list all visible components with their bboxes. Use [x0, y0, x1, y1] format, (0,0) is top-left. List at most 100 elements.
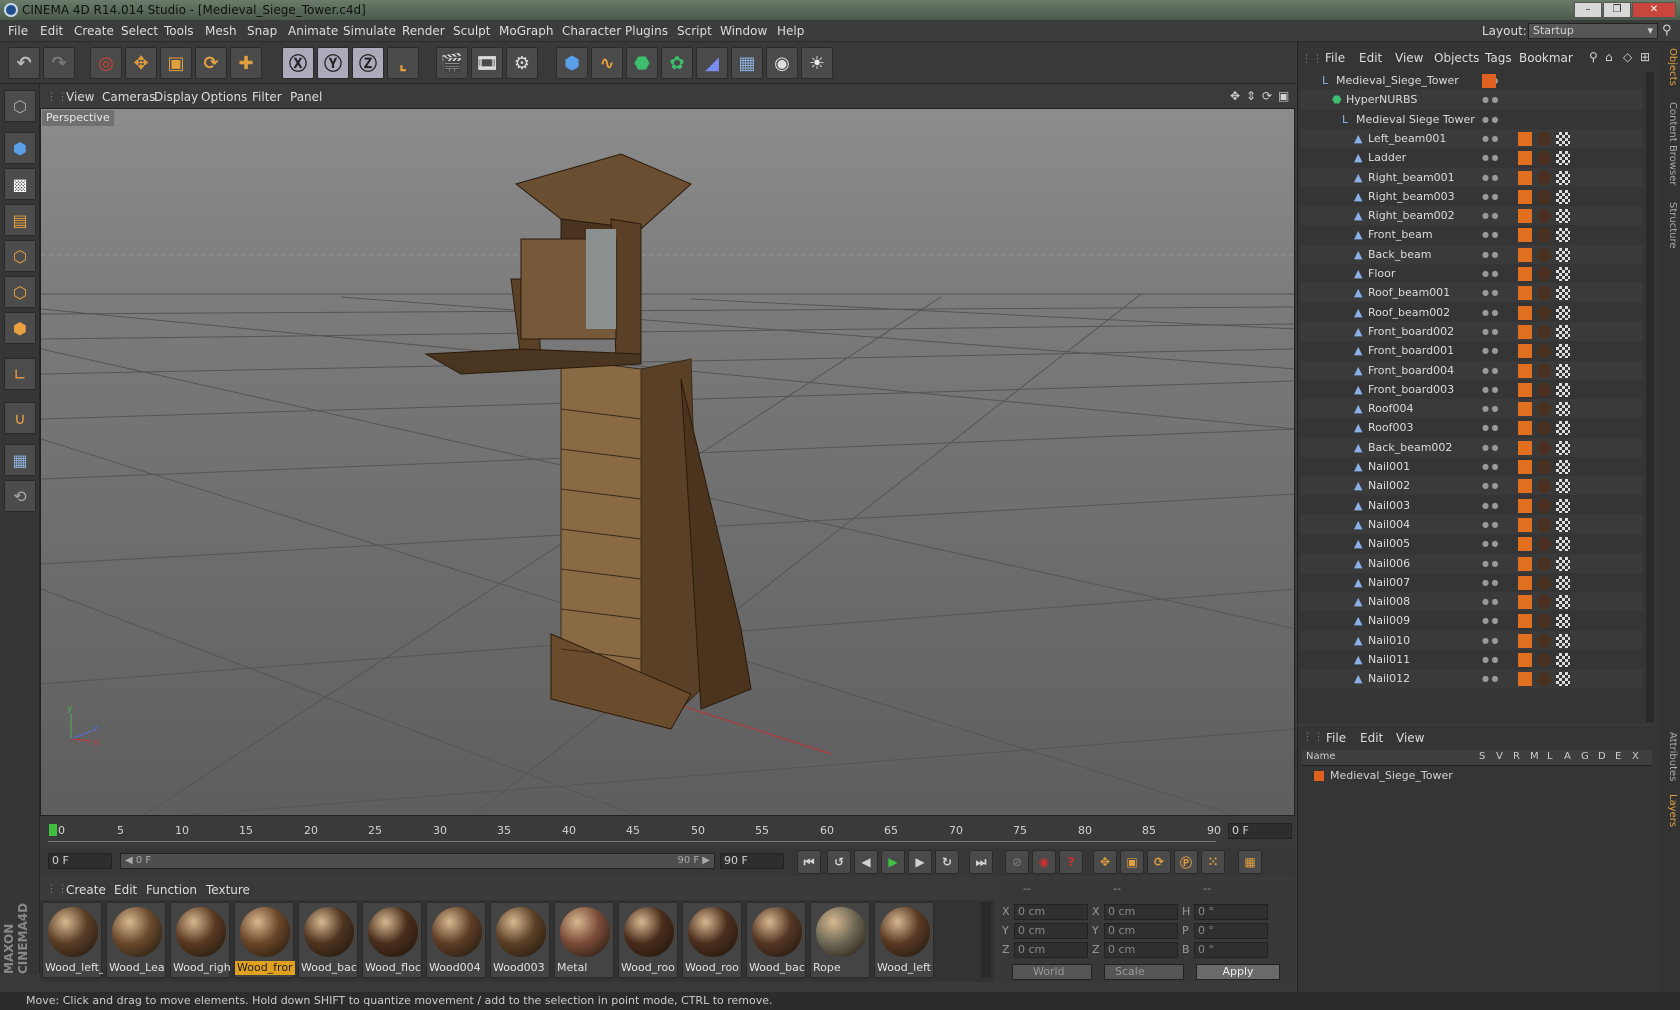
phong-tag-icon[interactable] — [1518, 479, 1532, 494]
points-mode-icon[interactable]: ⬡ — [4, 240, 36, 272]
key-position-button[interactable]: ✥ — [1093, 850, 1117, 874]
key-scale-button[interactable]: ▣ — [1120, 850, 1144, 874]
phong-tag-icon[interactable] — [1518, 247, 1532, 262]
material-tag-icon[interactable] — [1537, 344, 1551, 359]
viewport-menu-panel[interactable]: Panel — [290, 86, 322, 108]
visibility-dots-icon[interactable]: ● ● — [1482, 515, 1502, 534]
viewport-menu-cameras[interactable]: Cameras — [102, 86, 155, 108]
object-row[interactable]: ▲ Right_beam001 ● ● — [1300, 167, 1643, 187]
light-button[interactable]: ☀ — [801, 47, 833, 79]
visibility-dots-icon[interactable]: ● ● — [1482, 168, 1502, 187]
tab-structure[interactable]: Structure — [1662, 202, 1678, 249]
object-row[interactable]: ▲ Right_beam003 ● ● — [1300, 187, 1643, 206]
object-menu-file[interactable]: File — [1325, 48, 1345, 68]
object-row[interactable]: ▲ Front_board004 ● ● — [1300, 360, 1643, 380]
object-row[interactable]: ▲ Front_board003 ● ● — [1300, 380, 1643, 399]
material-tag-icon[interactable] — [1537, 247, 1551, 262]
uvw-tag-icon[interactable] — [1556, 363, 1570, 378]
visibility-dots-icon[interactable]: ● ● — [1482, 148, 1502, 167]
phong-tag-icon[interactable] — [1518, 189, 1532, 204]
object-row[interactable]: ▲ Right_beam002 ● ● — [1300, 206, 1643, 226]
menu-character[interactable]: Character — [562, 20, 621, 42]
object-row[interactable]: ▲ Front_beam ● ● — [1300, 225, 1643, 244]
maximize-button[interactable]: ❐ — [1603, 2, 1631, 18]
phong-tag-icon[interactable] — [1518, 440, 1532, 455]
coord-value-field[interactable]: 0 ° — [1194, 923, 1268, 939]
material-tag-icon[interactable] — [1537, 228, 1551, 243]
phong-tag-icon[interactable] — [1518, 209, 1532, 224]
search-icon[interactable]: ⚲ — [1662, 23, 1672, 38]
visibility-dots-icon[interactable]: ● ● — [1482, 264, 1502, 283]
auto-keying-button[interactable]: ◉ — [1032, 850, 1056, 874]
material-tag-icon[interactable] — [1537, 556, 1551, 571]
object-row[interactable]: ▲ Nail005 ● ● — [1300, 534, 1643, 553]
material-tag-icon[interactable] — [1537, 209, 1551, 224]
coordinate-mode-dropdown[interactable]: World — [1012, 964, 1092, 980]
visibility-dots-icon[interactable]: ● ● — [1482, 573, 1502, 592]
render-picture-viewer-button[interactable]: 🎞 — [471, 47, 503, 79]
phong-tag-icon[interactable] — [1518, 498, 1532, 513]
new-panel-icon[interactable]: ⊞ — [1640, 50, 1650, 64]
material-tag-icon[interactable] — [1537, 131, 1551, 146]
visibility-dots-icon[interactable]: ● ● — [1482, 361, 1502, 380]
key-pla-button[interactable]: ⁙ — [1201, 850, 1225, 874]
phong-tag-icon[interactable] — [1518, 402, 1532, 417]
phong-tag-icon[interactable] — [1518, 672, 1532, 687]
play-button[interactable]: ▶ — [881, 850, 905, 874]
material-tag-icon[interactable] — [1537, 382, 1551, 397]
material-tag-icon[interactable] — [1537, 151, 1551, 166]
phong-tag-icon[interactable] — [1518, 614, 1532, 629]
layer-menu-edit[interactable]: Edit — [1360, 728, 1383, 748]
phong-tag-icon[interactable] — [1518, 421, 1532, 436]
material-menu-create[interactable]: Create — [66, 880, 106, 900]
menu-script[interactable]: Script — [677, 20, 712, 42]
material-tile[interactable]: Wood003 — [490, 902, 550, 978]
layer-column-header[interactable]: Name — [1306, 751, 1336, 762]
material-tag-icon[interactable] — [1537, 286, 1551, 301]
minimize-button[interactable]: – — [1574, 2, 1602, 18]
material-tag-icon[interactable] — [1537, 421, 1551, 436]
timeline-window-button[interactable]: ▦ — [1238, 850, 1262, 874]
object-row[interactable]: ▲ Floor ● ● — [1300, 264, 1643, 283]
visibility-dots-icon[interactable]: ● ● — [1482, 110, 1502, 129]
uvw-tag-icon[interactable] — [1556, 305, 1570, 320]
workplane-icon[interactable]: ▤ — [4, 204, 36, 236]
previous-frame-button[interactable]: ◀ — [854, 850, 878, 874]
material-tag-icon[interactable] — [1537, 267, 1551, 281]
uvw-tag-icon[interactable] — [1556, 267, 1570, 281]
material-tile[interactable]: Wood_left — [874, 902, 934, 978]
current-frame-field[interactable]: 0 F — [1228, 823, 1292, 839]
visibility-dots-icon[interactable]: ● ● — [1482, 457, 1502, 476]
uvw-tag-icon[interactable] — [1556, 440, 1570, 455]
material-tag-icon[interactable] — [1537, 170, 1551, 185]
object-row[interactable]: ▲ Nail009 ● ● — [1300, 611, 1643, 630]
timeline-ruler[interactable]: 0 5 10 15 20 25 30 35 40 45 50 55 60 65 … — [40, 818, 1295, 848]
visibility-dots-icon[interactable]: ● ● — [1482, 592, 1502, 611]
camera-button[interactable]: ◉ — [766, 47, 798, 79]
material-tag-icon[interactable] — [1537, 440, 1551, 455]
coord-value-field[interactable]: 0 ° — [1194, 904, 1268, 920]
visibility-dots-icon[interactable]: ● ● — [1482, 418, 1502, 437]
add-object-tool-button[interactable]: ✚ — [230, 47, 262, 79]
material-tile[interactable]: Wood_floc — [362, 902, 422, 978]
object-row[interactable]: ⬣ HyperNURBS ● ● — [1300, 90, 1643, 110]
object-scrollbar[interactable] — [1646, 72, 1654, 722]
uvw-tag-icon[interactable] — [1556, 402, 1570, 417]
viewport-menu-display[interactable]: Display — [154, 86, 198, 108]
material-tile[interactable]: Wood_left_ — [42, 902, 103, 978]
material-scrollbar[interactable] — [981, 902, 991, 978]
keyframe-selection-button[interactable]: ? — [1059, 850, 1083, 874]
viewport-move-icon[interactable]: ✥ — [1230, 89, 1240, 103]
material-tag-icon[interactable] — [1537, 498, 1551, 513]
visibility-dots-icon[interactable]: ● ● — [1482, 631, 1502, 650]
nurbs-button[interactable]: ⬣ — [626, 47, 658, 79]
object-menu-bookmarks[interactable]: Bookmar — [1519, 48, 1573, 68]
scale-tool-button[interactable]: ▣ — [160, 47, 192, 79]
phong-tag-icon[interactable] — [1518, 556, 1532, 571]
object-row[interactable]: ▲ Ladder ● ● — [1300, 148, 1643, 167]
visibility-dots-icon[interactable]: ● ● — [1482, 650, 1502, 669]
tab-attributes[interactable]: Attributes — [1662, 732, 1678, 781]
object-row[interactable]: ▲ Roof004 ● ● — [1300, 399, 1643, 419]
material-tile[interactable]: Wood_fror — [234, 902, 295, 978]
live-selection-button[interactable]: ◎ — [90, 47, 122, 79]
